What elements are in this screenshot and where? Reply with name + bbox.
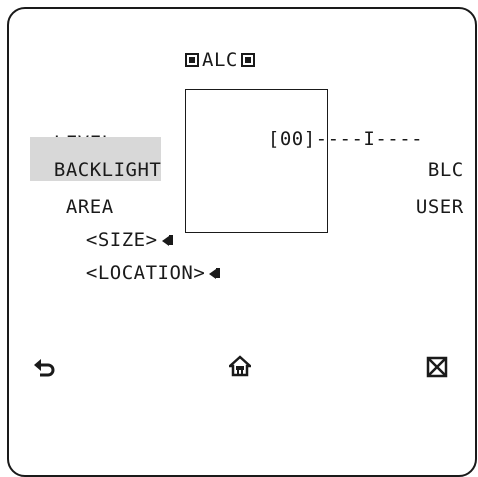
- menu-item-label: <LOCATION>: [85, 262, 206, 284]
- filled-square-icon: [185, 53, 199, 67]
- level-value: [00]----I----: [267, 128, 424, 150]
- close-box-icon[interactable]: [424, 354, 450, 380]
- level-slider[interactable]: [00]----I----: [244, 106, 423, 150]
- home-icon[interactable]: [227, 353, 253, 379]
- enter-icon: [209, 267, 221, 280]
- menu-item-location[interactable]: <LOCATION>: [62, 240, 221, 284]
- menu-title-label: ALC: [202, 49, 238, 71]
- area-value[interactable]: USER: [392, 174, 464, 218]
- menu-title: ALC: [185, 49, 255, 71]
- back-arrow-icon[interactable]: [32, 354, 58, 380]
- area-value-text: USER: [415, 196, 464, 218]
- filled-square-icon: [240, 53, 255, 67]
